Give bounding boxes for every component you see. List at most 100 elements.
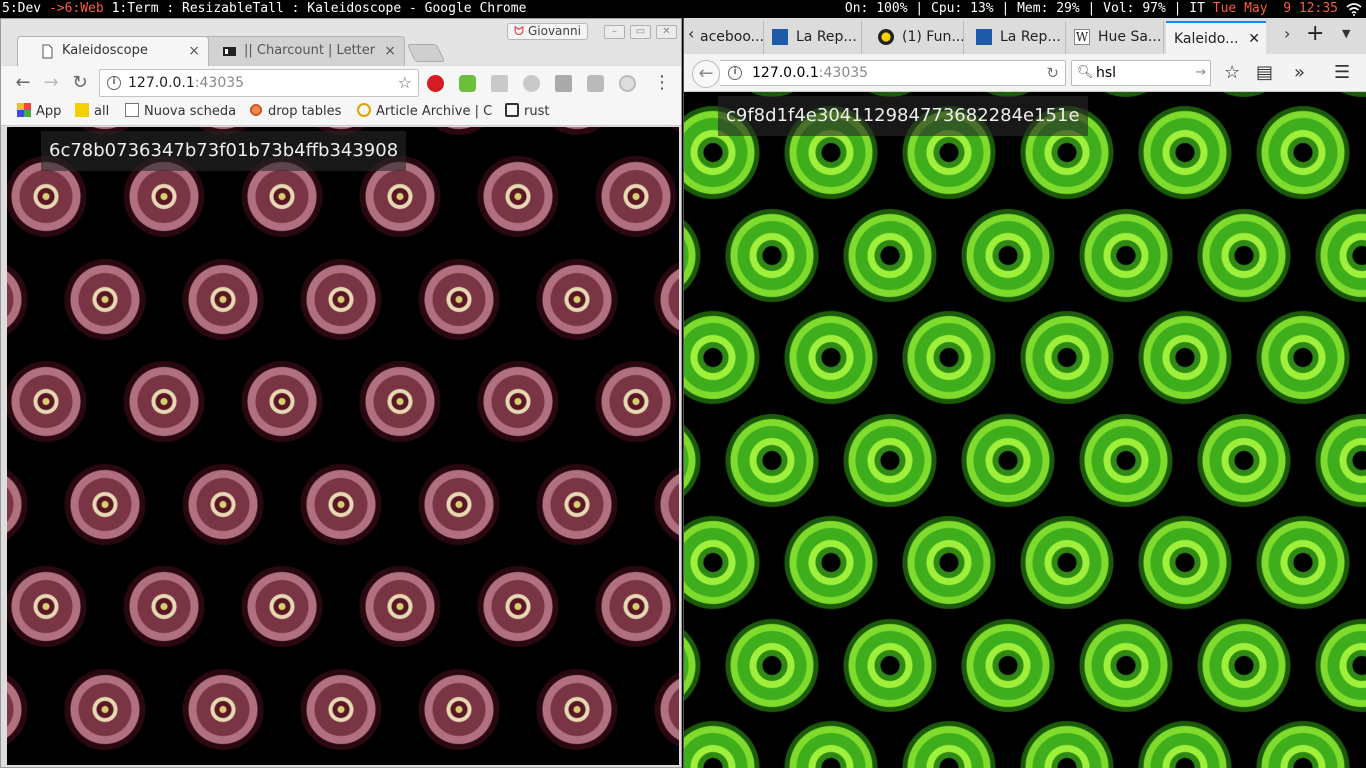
bookmark-nuova-scheda[interactable]: Nuova scheda bbox=[125, 100, 236, 124]
address-bar[interactable]: i 127.0.0.1:43035 ☆ bbox=[99, 69, 419, 97]
address-bar[interactable]: i 127.0.0.1:43035 ↻ bbox=[720, 60, 1066, 86]
tab-charcount[interactable]: || Charcount | Letter × bbox=[199, 36, 405, 66]
close-window-button[interactable]: ✕ bbox=[656, 25, 677, 39]
wifi-icon bbox=[1346, 3, 1362, 16]
bookmarks-bar: App all Nuova scheda drop tables Article… bbox=[1, 100, 681, 126]
scroll-right-icon[interactable]: › bbox=[1284, 24, 1290, 43]
bookmark-apps[interactable]: App bbox=[17, 100, 61, 124]
new-tab-button[interactable] bbox=[406, 44, 446, 62]
chrome-tabstrip: Kaleidoscope × || Charcount | Letter × ᗢ… bbox=[1, 19, 681, 66]
maximize-button[interactable]: ▭ bbox=[630, 25, 651, 39]
new-tab-button[interactable]: + bbox=[1306, 21, 1324, 46]
kaleidoscope-canvas[interactable]: 6c78b0736347b73f01b73b4ffb343908 bbox=[7, 127, 679, 765]
tab-fun[interactable]: (1) Fun... bbox=[870, 21, 964, 54]
workspace-active[interactable]: ->6:Web bbox=[49, 1, 104, 16]
tab-hue-saturation[interactable]: W Hue Sa... bbox=[1066, 21, 1164, 54]
bookmark-label: Nuova scheda bbox=[144, 104, 237, 119]
archive-icon bbox=[357, 103, 371, 117]
list-tabs-icon[interactable]: ▼ bbox=[1342, 27, 1350, 40]
profile-icon: ᗢ bbox=[514, 24, 524, 38]
minimize-button[interactable]: – bbox=[604, 25, 625, 39]
status-bar: 5:Dev ->6:Web 1:Term : ResizableTall : K… bbox=[0, 0, 1366, 18]
tab-label: Hue Sa... bbox=[1098, 29, 1162, 45]
clipboard-icon[interactable]: ▤ bbox=[1256, 62, 1273, 83]
close-icon[interactable]: × bbox=[188, 37, 200, 65]
scroll-left-icon[interactable]: ‹ bbox=[688, 24, 694, 43]
tab-facebook[interactable]: aceboo... bbox=[698, 21, 764, 54]
close-icon[interactable]: × bbox=[384, 37, 396, 65]
tab-label: (1) Fun... bbox=[902, 29, 964, 45]
bookmark-star-icon[interactable]: ☆ bbox=[398, 70, 412, 96]
bookmark-drop-tables[interactable]: drop tables bbox=[249, 100, 341, 124]
extension-icon[interactable] bbox=[587, 75, 604, 92]
hamburger-menu-icon[interactable]: ☰ bbox=[1334, 62, 1350, 83]
tab-label: aceboo... bbox=[700, 29, 764, 45]
tab-kaleidoscope[interactable]: Kaleido... ✕ bbox=[1166, 21, 1266, 54]
grade-icon bbox=[75, 103, 89, 117]
profile-name: Giovanni bbox=[527, 24, 581, 38]
search-value: hsl bbox=[1096, 65, 1117, 81]
url-host: 127.0.0.1 bbox=[752, 65, 819, 81]
url-port: :43035 bbox=[194, 75, 245, 91]
bookmark-all[interactable]: all bbox=[75, 100, 109, 124]
tab-label: Kaleidoscope bbox=[62, 43, 148, 58]
tab-label: La Rep... bbox=[796, 29, 857, 45]
info-icon[interactable]: i bbox=[728, 66, 742, 80]
firefox-tabstrip: ‹ aceboo... La Rep... (1) Fun... La Rep.… bbox=[684, 18, 1366, 54]
bookmark-label: App bbox=[36, 104, 62, 119]
back-button[interactable]: ← bbox=[692, 60, 720, 88]
tab-label: La Rep... bbox=[1000, 29, 1061, 45]
close-icon[interactable]: ✕ bbox=[1248, 23, 1260, 54]
bookmark-rust[interactable]: rust bbox=[505, 100, 549, 124]
stats-text: On: 100% | Cpu: 13% | Mem: 29% | Vol: 97… bbox=[844, 1, 1213, 16]
bookmark-label: rust bbox=[524, 104, 550, 119]
reload-button[interactable]: ↻ bbox=[68, 71, 92, 95]
bookmark-label: drop tables bbox=[268, 104, 342, 119]
window-title: 1:Term : ResizableTall : Kaleidoscope - … bbox=[103, 1, 527, 16]
workspace-label: 5:Dev bbox=[2, 1, 49, 16]
hash-label: c9f8d1f4e304112984773682284e151e bbox=[718, 96, 1088, 136]
chrome-window: Kaleidoscope × || Charcount | Letter × ᗢ… bbox=[0, 18, 682, 768]
tab-la-repubblica-2[interactable]: La Rep... bbox=[968, 21, 1066, 54]
chrome-toolbar: ← → ↻ i 127.0.0.1:43035 ☆ ⋮ bbox=[1, 66, 681, 100]
firefox-window: ‹ aceboo... La Rep... (1) Fun... La Rep.… bbox=[683, 18, 1366, 768]
bookmark-label: all bbox=[94, 104, 110, 119]
search-input[interactable]: 🔍︎ hsl → bbox=[1071, 60, 1211, 86]
reload-icon[interactable]: ↻ bbox=[1046, 61, 1059, 85]
bookmark-star-icon[interactable]: ☆ bbox=[1224, 62, 1240, 83]
opera-extension-icon[interactable] bbox=[427, 75, 444, 92]
firefox-toolbar: ← i 127.0.0.1:43035 ↻ 🔍︎ hsl → ☆ ▤ » ☰ bbox=[684, 54, 1366, 92]
tab-kaleidoscope[interactable]: Kaleidoscope × bbox=[17, 36, 209, 66]
workspace-list: 5:Dev ->6:Web 1:Term : ResizableTall : K… bbox=[2, 0, 526, 18]
profile-button[interactable]: ᗢ Giovanni bbox=[507, 23, 588, 40]
overflow-icon[interactable]: » bbox=[1294, 62, 1305, 83]
bookmark-article-archive[interactable]: Article Archive | C bbox=[357, 100, 492, 124]
bookmark-label: Article Archive | C bbox=[376, 104, 493, 119]
hash-label: 6c78b0736347b73f01b73b4ffb343908 bbox=[41, 131, 407, 171]
search-go-icon[interactable]: → bbox=[1195, 61, 1206, 85]
clock: Tue May 9 12:35 bbox=[1212, 1, 1338, 16]
search-icon: 🔍︎ bbox=[1077, 65, 1094, 80]
rust-icon bbox=[505, 103, 519, 117]
forward-button[interactable]: → bbox=[39, 71, 63, 95]
extension-icon[interactable] bbox=[619, 75, 636, 92]
tab-la-repubblica[interactable]: La Rep... bbox=[764, 21, 862, 54]
kaleidoscope-canvas[interactable]: c9f8d1f4e304112984773682284e151e bbox=[684, 92, 1366, 768]
extension-icon[interactable] bbox=[555, 75, 572, 92]
wikipedia-icon: W bbox=[1074, 29, 1090, 45]
repubblica-icon bbox=[772, 29, 788, 45]
url-port: :43035 bbox=[818, 65, 869, 81]
menu-icon[interactable]: ⋮ bbox=[653, 72, 671, 93]
tux-icon bbox=[878, 29, 894, 45]
page-icon bbox=[42, 44, 53, 59]
apps-grid-icon bbox=[17, 103, 31, 117]
info-icon[interactable]: i bbox=[107, 76, 121, 90]
extension-icon[interactable] bbox=[459, 75, 476, 92]
back-button[interactable]: ← bbox=[11, 71, 35, 95]
tab-label: Kaleido... bbox=[1174, 31, 1239, 47]
url-host: 127.0.0.1 bbox=[128, 75, 195, 91]
system-stats: On: 100% | Cpu: 13% | Mem: 29% | Vol: 97… bbox=[845, 0, 1338, 18]
extension-icon[interactable] bbox=[491, 75, 508, 92]
extension-icon[interactable] bbox=[523, 75, 540, 92]
page-icon bbox=[125, 103, 139, 117]
